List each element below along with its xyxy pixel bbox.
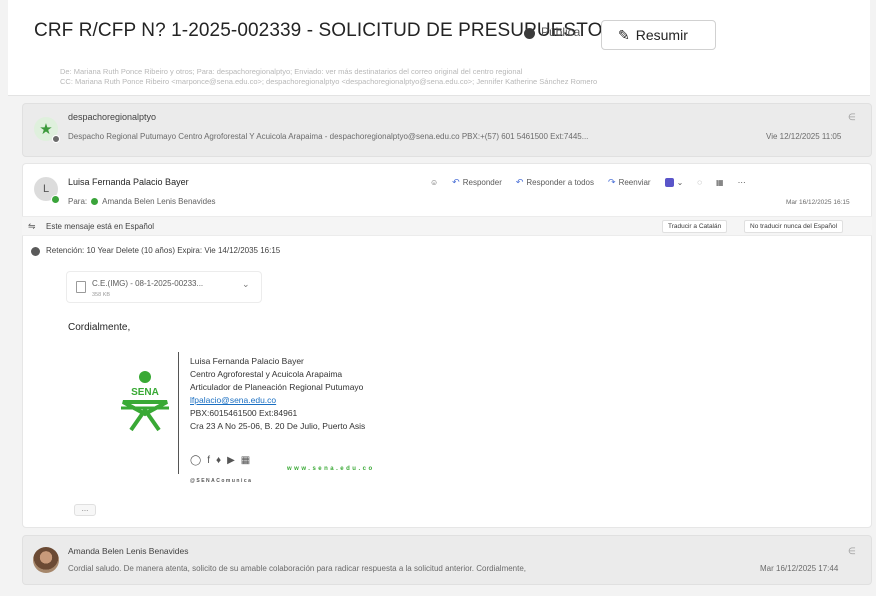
more-actions-icon[interactable]: ⋯	[738, 178, 746, 187]
message-3-sender: Amanda Belen Lenis Benavides	[68, 546, 189, 556]
translate-icon: ⇋	[28, 221, 36, 231]
summarize-button[interactable]: ✎ Resumir	[601, 20, 716, 50]
signature-address: Cra 23 A No 25-06, B. 20 De Julio, Puert…	[190, 421, 366, 431]
paperclip-icon: ∈	[848, 546, 856, 556]
reply-all-button[interactable]: ↶ Responder a todos	[516, 177, 594, 188]
sena-logo-text: SENA	[131, 387, 159, 398]
apps-icon[interactable]: ▦	[716, 178, 724, 187]
attachment-size: 358 KB	[92, 292, 111, 298]
linkedin-icon[interactable]: ▦	[241, 455, 250, 466]
presence-indicator	[51, 195, 60, 204]
signature-phone: PBX:6015461500 Ext:84961	[190, 408, 298, 418]
chevron-down-icon[interactable]: ⌄	[242, 279, 250, 290]
signature-center: Centro Agroforestal y Acuicola Arapaima	[190, 369, 343, 379]
translate-message: Este mensaje está en Español	[46, 222, 155, 231]
message-actions-toolbar: ☺ ↶ Responder ↶ Responder a todos ↷ Reenvia…	[430, 177, 746, 188]
message-2-sender[interactable]: Luisa Fernanda Palacio Bayer	[68, 177, 189, 187]
message-1-date: Vie 12/12/2025 11:05	[766, 132, 842, 141]
translate-button[interactable]: Traducir a Catalán	[662, 220, 728, 233]
show-trimmed-content-button[interactable]: ...	[74, 504, 96, 516]
collapsed-message-3[interactable]	[22, 535, 872, 585]
facebook-icon[interactable]: f	[207, 455, 210, 466]
presence-indicator	[91, 198, 99, 205]
avatar[interactable]	[33, 547, 59, 573]
chevron-down-icon: ⌄	[676, 178, 684, 187]
emoji-react-icon[interactable]: ☺	[430, 178, 438, 187]
signature-handle: @SENAComunica	[190, 478, 253, 484]
youtube-icon[interactable]: ▶	[227, 455, 235, 466]
message-3-date: Mar 16/12/2025 17:44	[760, 564, 839, 573]
message-2-recipients: Para: Amanda Belen Lenis Benavides	[68, 197, 216, 206]
teams-icon	[664, 178, 674, 187]
sparkle-icon: ✎	[618, 26, 630, 43]
forward-button[interactable]: ↷ Reenviar	[608, 177, 651, 188]
email-subject: CRF R/CFP N? 1-2025-002339 - SOLICITUD D…	[34, 20, 603, 41]
instagram-icon[interactable]: ◯	[190, 455, 201, 466]
recipient-name[interactable]: Amanda Belen Lenis Benavides	[102, 197, 215, 206]
signature-website[interactable]: www.sena.edu.co	[287, 466, 375, 472]
signature-role: Articulador de Planeación Regional Putum…	[190, 382, 364, 392]
greeting: Cordialmente,	[68, 322, 131, 333]
faded-recipients-line-1: De: Mariana Ruth Ponce Ribeiro y otros; …	[60, 67, 523, 76]
teams-share-button[interactable]: ⌄	[664, 178, 684, 187]
message-2-date: Mar 16/12/2025 16:15	[786, 199, 850, 206]
message-3-preview: Cordial saludo. De manera atenta, solici…	[68, 564, 527, 573]
twitter-icon[interactable]: ♦	[216, 455, 221, 466]
reply-button[interactable]: ↶ Responder	[452, 177, 502, 188]
message-1-sender: despachoregionalptyo	[68, 112, 157, 122]
to-label: Para:	[68, 197, 88, 206]
signature-name: Luisa Fernanda Palacio Bayer	[190, 356, 304, 366]
forward-icon: ↷	[608, 177, 616, 187]
sena-logo: SENA	[117, 370, 173, 432]
presence-indicator	[52, 135, 60, 143]
never-translate-button[interactable]: No traducir nunca del Español	[744, 220, 844, 233]
signature-email-link[interactable]: lfpalacio@sena.edu.co	[190, 395, 276, 405]
retention-icon	[31, 247, 40, 256]
reply-all-icon: ↶	[515, 177, 524, 187]
file-icon	[76, 281, 86, 293]
signature-divider	[178, 352, 179, 474]
copilot-icon[interactable]: ◌	[697, 178, 702, 187]
faded-recipients-line-2: CC: Mariana Ruth Ponce Ribeiro <marponce…	[60, 77, 598, 86]
summarize-label: Resumir	[635, 27, 688, 43]
retention-policy: Retención: 10 Year Delete (10 años) Expi…	[46, 246, 281, 255]
attachment-name: C.E.(IMG) - 08-1-2025-00233...	[92, 279, 204, 288]
social-links: ◯ f ♦ ▶ ▦	[190, 455, 250, 466]
message-1-preview: Despacho Regional Putumayo Centro Agrofo…	[68, 132, 589, 141]
paperclip-icon: ∈	[848, 112, 856, 122]
reply-icon: ↶	[452, 177, 460, 187]
visibility-icon	[524, 28, 535, 39]
visibility-label: Pública	[541, 25, 581, 39]
